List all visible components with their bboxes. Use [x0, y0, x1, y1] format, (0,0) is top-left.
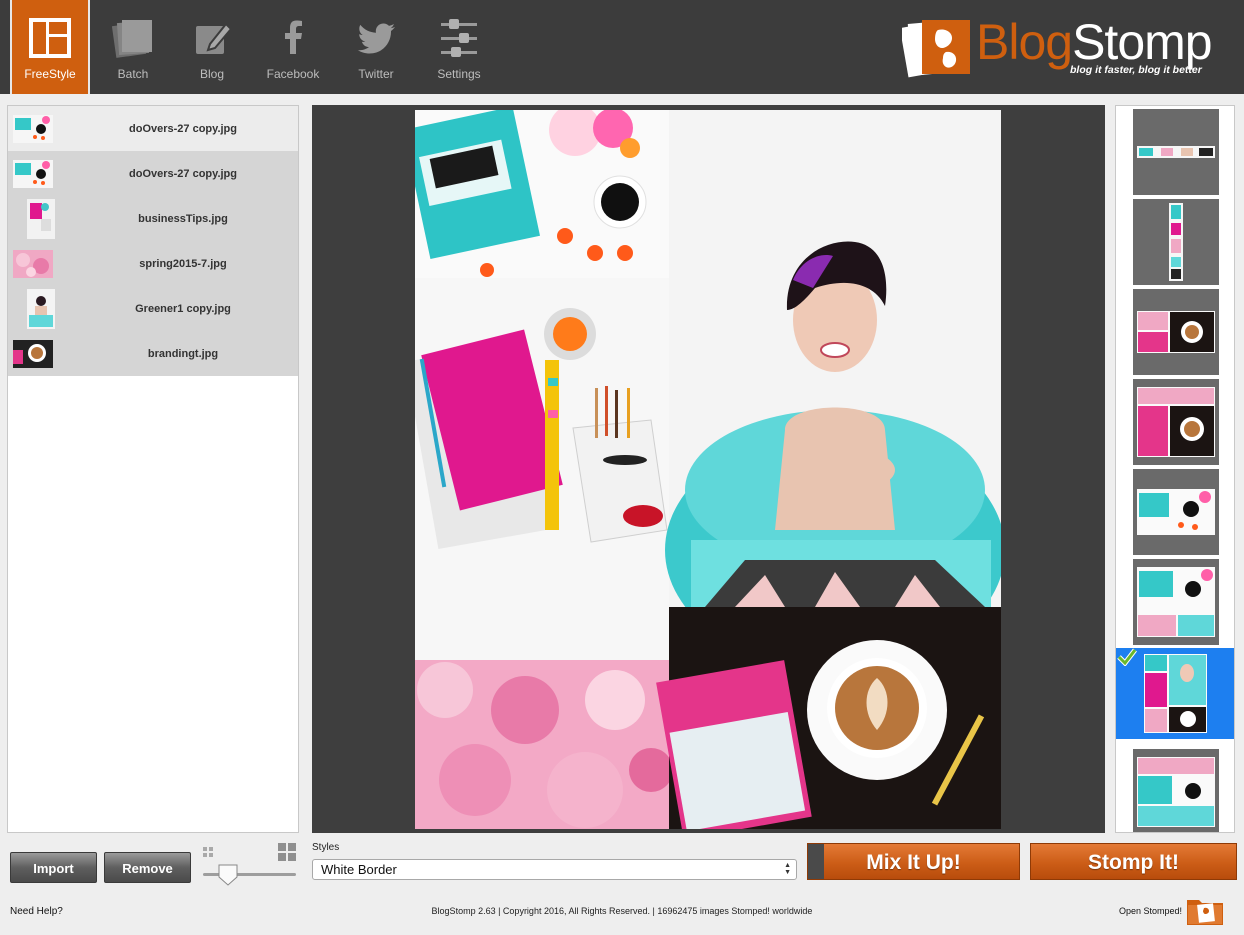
file-name: doOvers-27 copy.jpg: [129, 167, 237, 180]
tool-label: Facebook: [266, 67, 320, 81]
blog-edit-icon: [196, 22, 232, 54]
file-thumbnail: [27, 288, 55, 329]
tool-freestyle[interactable]: FreeStyle: [10, 0, 90, 94]
blogstomp-logo: BlogStomp blog it faster, blog it better: [902, 14, 1232, 80]
layout-thumb-selected[interactable]: [1116, 648, 1234, 739]
file-row[interactable]: brandingt.jpg: [8, 331, 298, 376]
tool-facebook[interactable]: Facebook: [252, 0, 334, 94]
open-stomped-label: Open Stomped!: [1119, 906, 1183, 916]
file-name: businessTips.jpg: [138, 212, 228, 225]
thumbnail-size-slider-knob[interactable]: [218, 864, 238, 886]
file-thumbnail: [13, 159, 53, 188]
tool-batch[interactable]: Batch: [92, 0, 174, 94]
thumbnail-size-slider-track[interactable]: [203, 873, 296, 876]
open-stomped-folder-icon[interactable]: [1186, 896, 1224, 926]
settings-sliders-icon: [441, 19, 477, 57]
copyright-text: BlogStomp 2.63 | Copyright 2016, All Rig…: [431, 906, 813, 916]
layout-thumb[interactable]: [1133, 199, 1219, 285]
facebook-icon: [285, 20, 302, 54]
file-row[interactable]: doOvers-27 copy.jpg: [8, 106, 298, 151]
file-name: Greener1 copy.jpg: [135, 302, 231, 315]
mix-it-up-button[interactable]: Mix It Up!: [807, 843, 1020, 880]
mix-left-grip: [808, 844, 824, 879]
stomp-it-button[interactable]: Stomp It!: [1030, 843, 1237, 880]
remove-button[interactable]: Remove: [104, 852, 191, 883]
selected-check-icon: [1117, 648, 1137, 666]
tool-label: Settings: [437, 67, 481, 81]
image-file-list[interactable]: doOvers-27 copy.jpg doOvers-27 copy.jpg …: [7, 105, 299, 833]
tool-label: Batch: [117, 67, 149, 81]
large-grid-icon: [278, 843, 296, 861]
tool-label: Twitter: [358, 67, 394, 81]
layout-thumb[interactable]: [1133, 379, 1219, 465]
logo-word-stomp: Stomp: [1072, 14, 1213, 70]
file-thumbnail: [27, 198, 55, 239]
main-toolbar: FreeStyle Batch Blog Facebook Twitter Se…: [0, 0, 1244, 94]
file-row[interactable]: doOvers-27 copy.jpg: [8, 151, 298, 196]
file-thumbnail: [13, 339, 53, 368]
style-select[interactable]: White Border ▲ ▼: [312, 859, 797, 880]
twitter-bird-icon: [357, 23, 395, 54]
batch-stack-icon: [112, 20, 152, 58]
small-grid-icon: [203, 847, 213, 857]
logo-word-blog: Blog: [976, 14, 1073, 70]
file-row[interactable]: Greener1 copy.jpg: [8, 286, 298, 331]
style-select-value: White Border: [321, 862, 397, 877]
collage-canvas[interactable]: [415, 110, 1001, 829]
layout-thumb[interactable]: [1133, 109, 1219, 195]
file-thumbnail: [13, 249, 53, 278]
layout-thumb[interactable]: [1133, 749, 1219, 833]
select-arrows-icon: ▲ ▼: [784, 862, 791, 876]
freestyle-layout-icon: [29, 18, 71, 58]
layout-thumb[interactable]: [1133, 559, 1219, 645]
tool-blog[interactable]: Blog: [171, 0, 253, 94]
logo-tagline: blog it faster, blog it better: [1070, 64, 1202, 76]
file-thumbnail: [13, 114, 53, 143]
styles-label: Styles: [312, 842, 340, 853]
file-name: brandingt.jpg: [147, 347, 219, 360]
file-name: spring2015-7.jpg: [139, 257, 227, 270]
layout-thumb[interactable]: [1133, 469, 1219, 555]
collage-image: [415, 110, 1001, 829]
logo-wordmark: BlogStomp: [976, 12, 1213, 72]
file-row[interactable]: businessTips.jpg: [8, 196, 298, 241]
logo-footprint-icon: [902, 20, 970, 78]
layout-thumb-partial: [1133, 829, 1219, 832]
layout-thumbnails[interactable]: [1115, 105, 1235, 833]
tool-twitter[interactable]: Twitter: [335, 0, 417, 94]
file-name: doOvers-27 copy.jpg: [129, 122, 237, 135]
tool-label: Blog: [199, 67, 225, 81]
blogstomp-window: FreeStyle Batch Blog Facebook Twitter Se…: [0, 0, 1244, 935]
import-button[interactable]: Import: [10, 852, 97, 883]
mix-label: Mix It Up!: [866, 851, 961, 874]
layout-thumb[interactable]: [1133, 289, 1219, 375]
tool-settings[interactable]: Settings: [418, 0, 500, 94]
file-row[interactable]: spring2015-7.jpg: [8, 241, 298, 286]
tool-label: FreeStyle: [24, 67, 76, 81]
